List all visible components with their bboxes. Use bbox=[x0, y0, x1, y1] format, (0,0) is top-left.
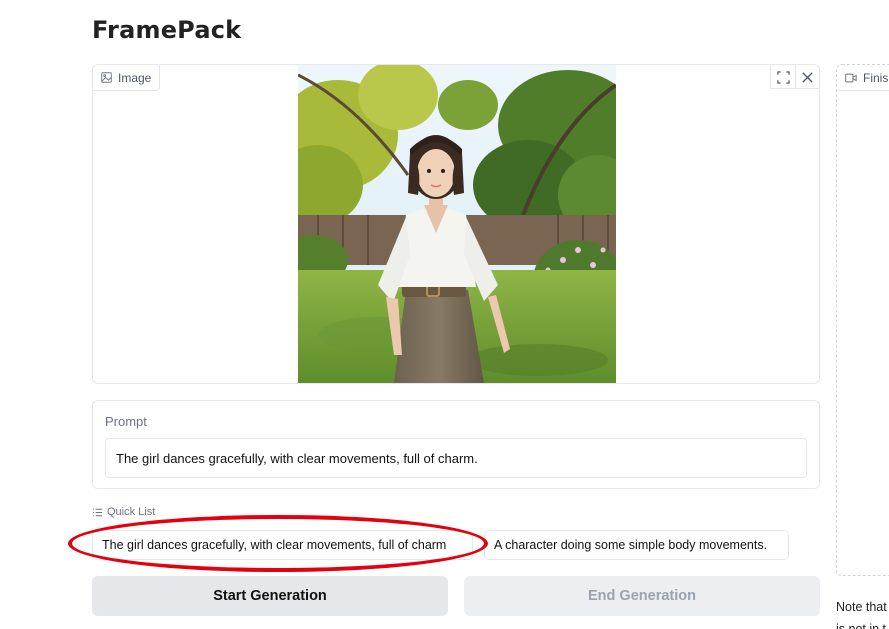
quick-list-item-label: The girl dances gracefully, with clear m… bbox=[102, 538, 447, 552]
image-panel-label: Image bbox=[93, 65, 161, 91]
finished-video-panel: Finis bbox=[836, 64, 889, 576]
fullscreen-button[interactable] bbox=[771, 65, 795, 89]
quick-list-item[interactable]: The girl dances gracefully, with clear m… bbox=[92, 530, 473, 560]
quick-list-label-text: Quick List bbox=[107, 506, 156, 518]
video-icon bbox=[845, 73, 857, 82]
quick-list-label: Quick List bbox=[92, 506, 155, 518]
image-icon bbox=[101, 72, 112, 83]
end-generation-button[interactable]: End Generation bbox=[464, 576, 820, 616]
uploaded-image bbox=[298, 65, 616, 383]
quick-list-item-label: A character doing some simple body movem… bbox=[494, 538, 768, 552]
note-line-1: Note that bbox=[836, 600, 887, 614]
close-icon bbox=[802, 71, 813, 83]
prompt-input[interactable] bbox=[105, 438, 807, 478]
image-toolbar bbox=[770, 65, 819, 89]
start-generation-button[interactable]: Start Generation bbox=[92, 576, 448, 616]
video-panel-label-text: Finis bbox=[863, 70, 889, 85]
image-panel-label-text: Image bbox=[118, 70, 152, 85]
page-title: FramePack bbox=[92, 16, 242, 44]
fullscreen-icon bbox=[776, 70, 790, 84]
prompt-block: Prompt bbox=[92, 400, 820, 489]
video-panel-label: Finis bbox=[837, 65, 889, 91]
quick-list-item[interactable]: A character doing some simple body movem… bbox=[484, 530, 789, 560]
note-line-2: is not in t bbox=[836, 622, 887, 629]
prompt-label: Prompt bbox=[105, 414, 147, 429]
clear-image-button[interactable] bbox=[795, 65, 819, 89]
list-icon bbox=[92, 508, 103, 516]
image-panel[interactable]: Image bbox=[92, 64, 820, 384]
note-text: Note that is not in t bbox=[836, 596, 887, 629]
